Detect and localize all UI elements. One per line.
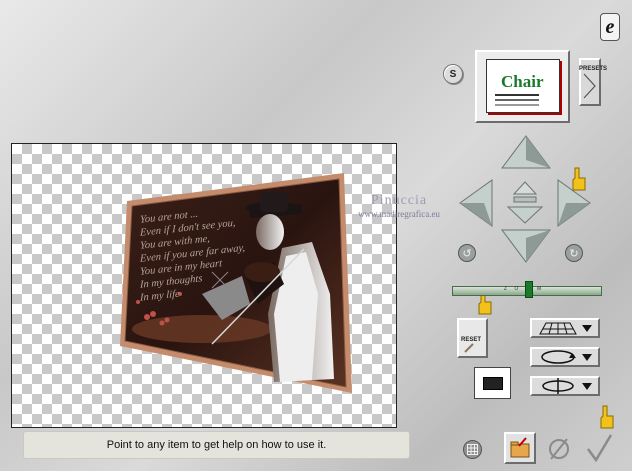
app-logo-icon: e: [600, 13, 620, 41]
s-button-label: S: [449, 68, 457, 80]
flip-mode-dropdown[interactable]: [530, 376, 600, 396]
preview-canvas[interactable]: You are not ... Even if I don't see you,…: [11, 143, 397, 428]
perspective-grid-icon: [539, 322, 577, 335]
rotate-right-button[interactable]: ↻: [565, 244, 583, 262]
reset-button[interactable]: RESET: [457, 318, 488, 358]
arrow-left-icon: [459, 179, 493, 227]
pointing-hand-icon: [568, 166, 588, 199]
chevron-down-icon: [582, 382, 592, 390]
preset-thumbnail[interactable]: Chair: [475, 50, 570, 123]
thumbnail-word: Chair: [501, 72, 544, 91]
status-bar: Point to any item to get help on how to …: [23, 431, 410, 459]
status-help-text: Point to any item to get help on how to …: [106, 439, 327, 451]
chevron-down-icon: [582, 353, 592, 361]
presets-arrow-icon: [583, 73, 596, 99]
small-up-icon: [512, 181, 538, 195]
watermark: Pinuccia www.madiregrafica.eu: [334, 193, 464, 219]
rotate-left-icon: ↺: [462, 247, 472, 260]
move-down-button[interactable]: [500, 228, 552, 264]
cancel-button[interactable]: [547, 436, 571, 462]
rotation-mode-dropdown[interactable]: [530, 347, 600, 367]
cancel-icon: [549, 438, 569, 460]
thumbnail-image: Chair: [486, 59, 560, 113]
checkmark-icon: [586, 434, 613, 463]
ok-button[interactable]: [585, 432, 613, 464]
center-bar-icon: [513, 196, 537, 203]
mini-preview-button[interactable]: [474, 367, 511, 399]
arrow-down-icon: [501, 229, 551, 263]
thumbnail-lines: [495, 94, 539, 96]
logo-glyph: e: [605, 15, 615, 38]
move-left-button[interactable]: [458, 178, 494, 228]
move-up-button[interactable]: [500, 134, 552, 170]
flip-axis-icon: [542, 378, 574, 394]
rotate-right-icon: ↻: [569, 247, 579, 260]
presets-button[interactable]: PRESETS: [579, 58, 607, 106]
small-down-button[interactable]: [506, 205, 544, 225]
small-down-icon: [506, 206, 544, 224]
chevron-down-icon: [582, 324, 592, 332]
watermark-name: Pinuccia: [370, 193, 428, 208]
arrow-up-icon: [501, 135, 551, 169]
magic-wand-icon: [464, 343, 474, 353]
small-up-button[interactable]: [512, 180, 538, 196]
s-button[interactable]: S: [443, 64, 463, 84]
open-folder-button[interactable]: [504, 432, 536, 464]
watermark-url: www.madiregrafica.eu: [358, 209, 440, 219]
grid-mode-dropdown[interactable]: [530, 318, 600, 338]
rotate-left-button[interactable]: ↺: [458, 244, 476, 262]
poem-text: You are not ... Even if I don't see you,…: [140, 202, 250, 305]
folder-icon: [510, 437, 530, 458]
zoom-thumb[interactable]: [525, 281, 533, 298]
center-button[interactable]: [512, 196, 538, 204]
rotate-ellipse-icon: [541, 350, 576, 364]
grid-button[interactable]: [463, 440, 482, 459]
mini-preview-image: [483, 377, 503, 390]
grid-icon: [467, 444, 478, 455]
zoom-slider[interactable]: Z O O M: [452, 281, 602, 299]
